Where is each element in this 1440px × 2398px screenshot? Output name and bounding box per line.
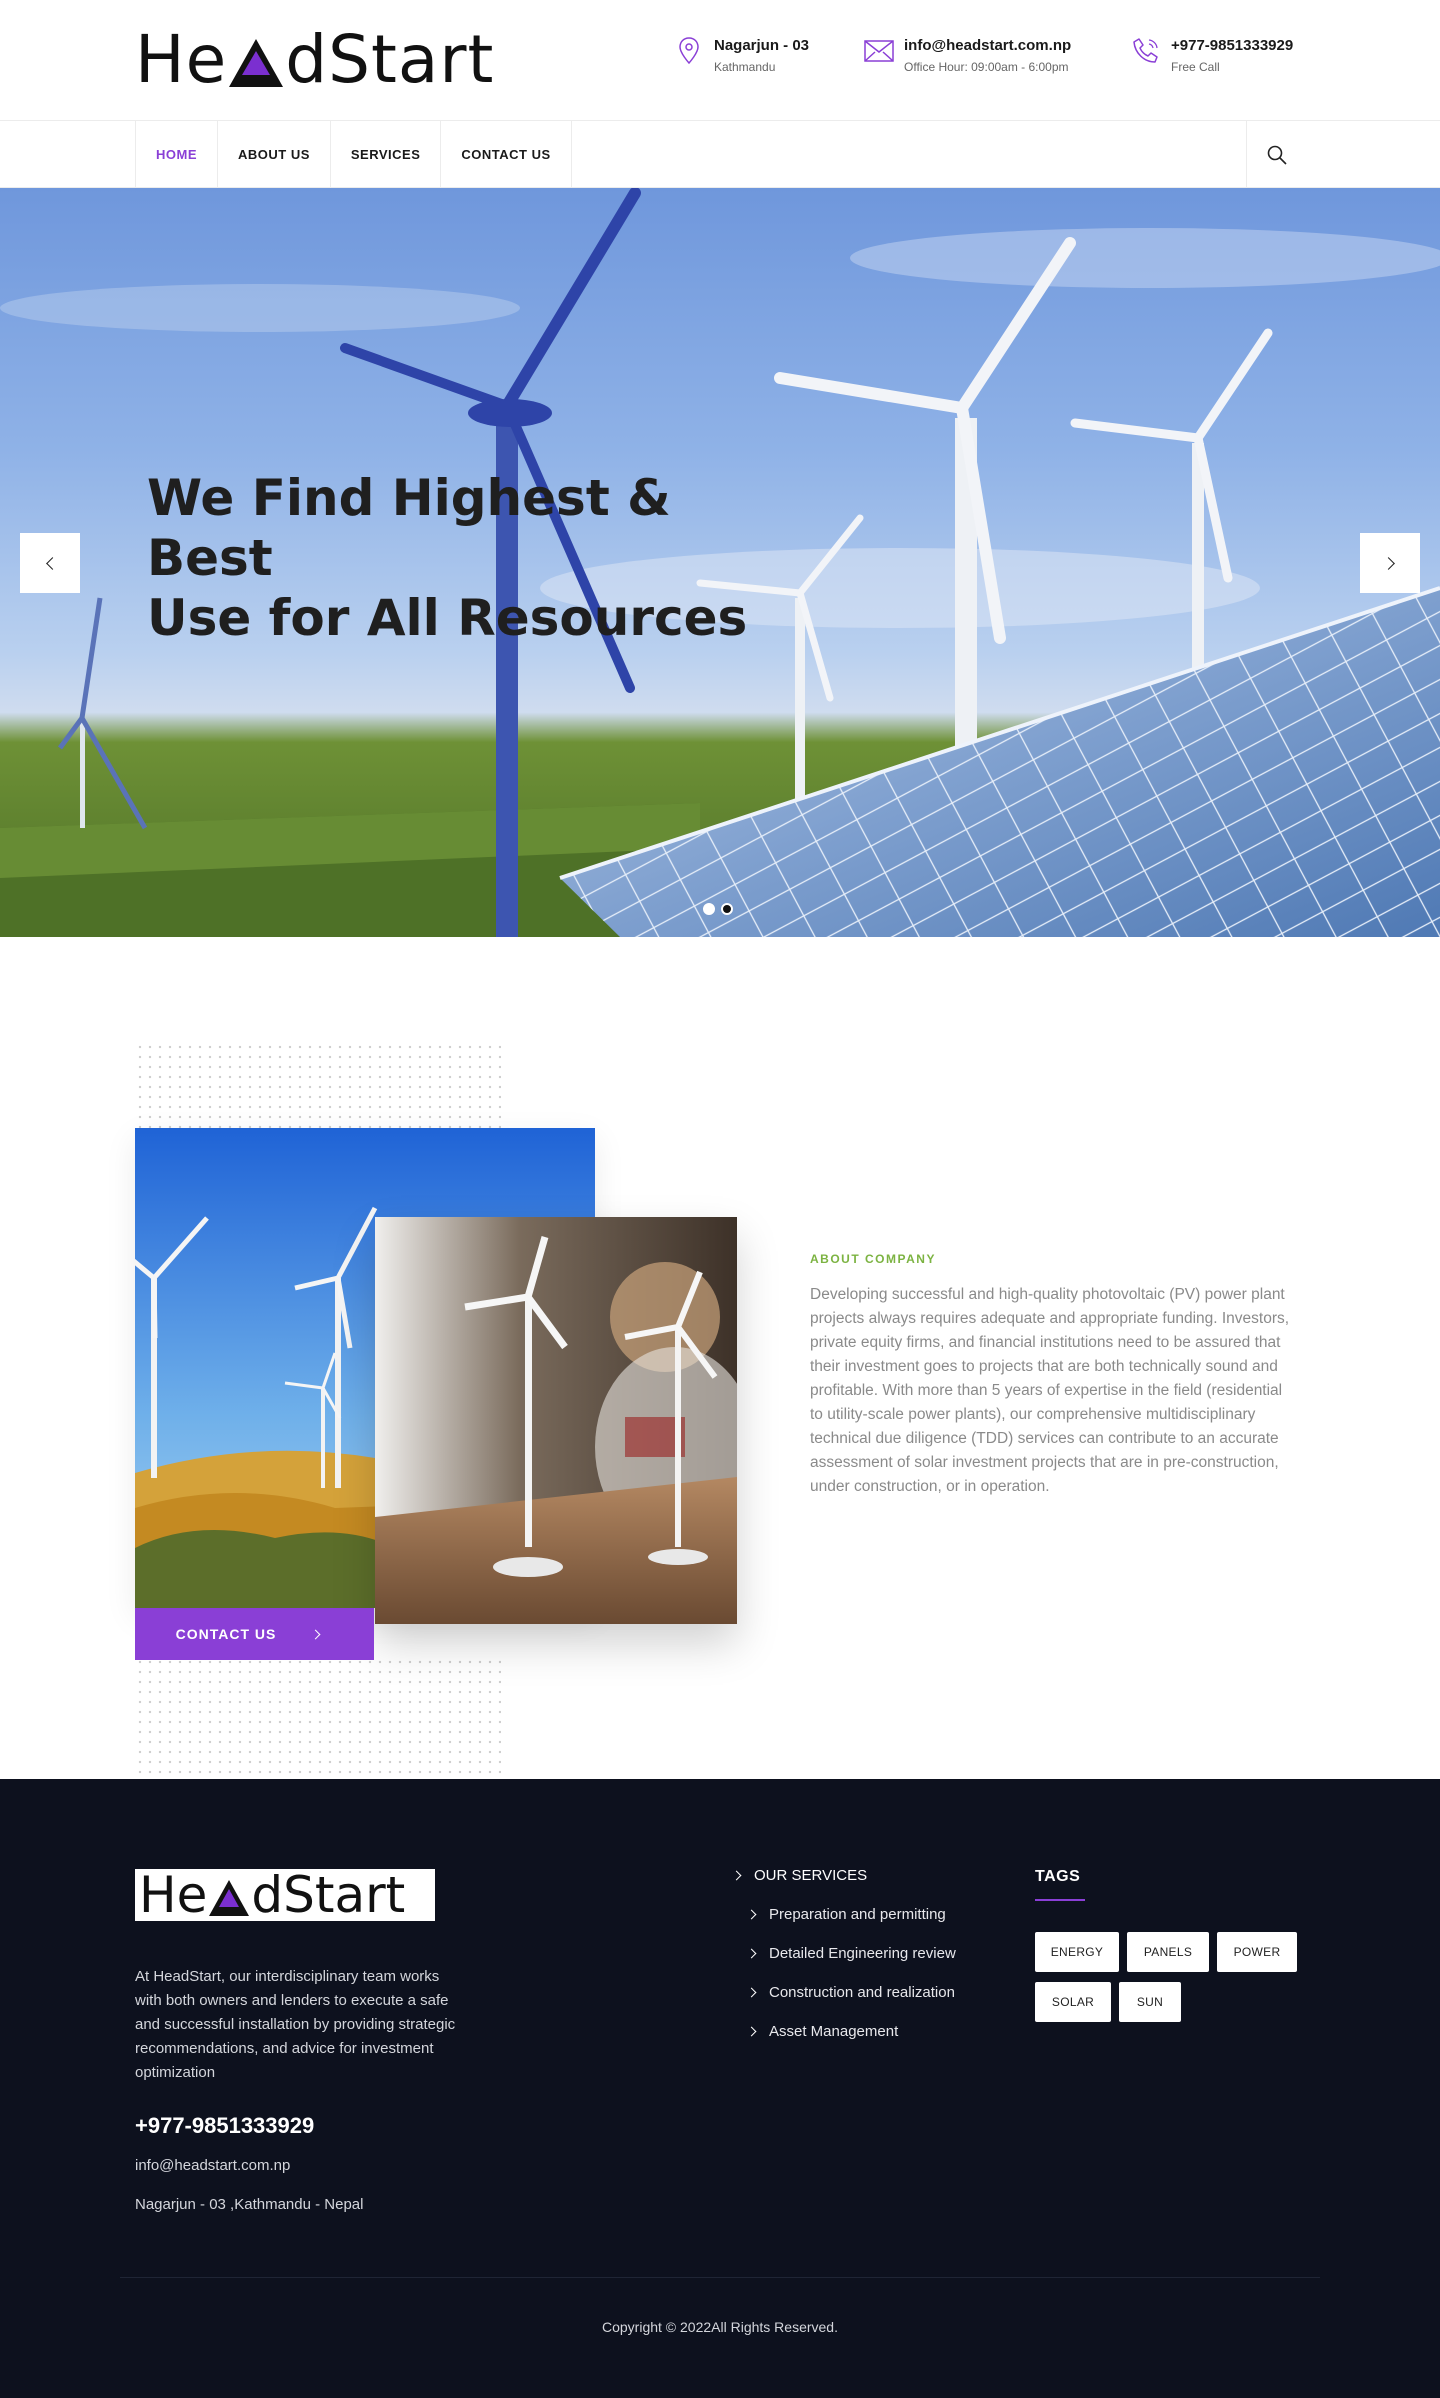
contact-us-button[interactable]: CONTACT US	[135, 1608, 374, 1660]
tag-energy[interactable]: ENERGY	[1035, 1932, 1119, 1972]
footer-service-label: Construction and realization	[769, 1984, 955, 2001]
footer-service-label: Asset Management	[769, 2023, 899, 2040]
site-footer: He dStart At HeadStart, our interdiscipli…	[0, 1779, 1440, 2398]
location-subtitle: Kathmandu	[714, 60, 776, 74]
hero-slider: We Find Highest & Best Use for All Resou…	[0, 188, 1440, 937]
logo-triangle-icon	[229, 39, 284, 87]
search-button[interactable]	[1246, 121, 1306, 188]
chevron-right-icon	[746, 1948, 757, 1959]
office-meeting-image	[375, 1217, 737, 1624]
phone-icon	[1131, 36, 1161, 66]
logo-text-left: He	[135, 20, 228, 98]
envelope-icon	[864, 36, 894, 66]
footer-logo-text-right: dStart	[251, 1866, 406, 1924]
phone-info: +977-9851333929 Free Call	[1131, 36, 1293, 76]
slider-dot-active[interactable]	[721, 903, 733, 915]
chevron-right-icon	[1381, 556, 1395, 570]
dot-pattern-bottom	[135, 1657, 501, 1777]
slider-dot[interactable]	[703, 903, 715, 915]
nav-item-home[interactable]: HOME	[136, 121, 218, 188]
location-info: Nagarjun - 03 Kathmandu	[674, 36, 809, 76]
about-label: ABOUT COMPANY	[810, 1252, 936, 1266]
about-section: CONTACT US ABOUT COMPANY Developing succ…	[0, 937, 1440, 1779]
chevron-right-icon	[746, 2026, 757, 2037]
search-icon	[1267, 145, 1287, 165]
main-navbar: HOME ABOUT US SERVICES CONTACT US	[0, 120, 1440, 188]
hero-title-line1: We Find Highest & Best	[147, 469, 671, 587]
footer-service-item[interactable]: Asset Management	[746, 2023, 899, 2040]
footer-logo-text-left: He	[139, 1866, 208, 1924]
footer-logo-triangle-icon	[209, 1880, 250, 1916]
about-text: Developing successful and high-quality p…	[810, 1286, 1290, 1495]
tags-underline	[1035, 1899, 1085, 1901]
footer-service-label: Preparation and permitting	[769, 1906, 946, 1923]
chevron-right-icon	[310, 1629, 321, 1639]
email-info: info@headstart.com.np Office Hour: 09:00…	[864, 36, 1071, 76]
slider-pagination	[703, 903, 733, 915]
hero-title: We Find Highest & Best Use for All Resou…	[147, 468, 767, 648]
nav-menu: HOME ABOUT US SERVICES CONTACT US	[135, 121, 572, 188]
office-hours: Office Hour: 09:00am - 6:00pm	[904, 60, 1069, 74]
slider-next-button[interactable]	[1360, 533, 1420, 593]
hero-title-line2: Use for All Resources	[147, 589, 748, 647]
email-title[interactable]: info@headstart.com.np	[904, 36, 1071, 56]
tag-panels[interactable]: PANELS	[1127, 1932, 1209, 1972]
chevron-right-icon	[746, 1909, 757, 1920]
nav-item-about-us[interactable]: ABOUT US	[218, 121, 331, 188]
footer-logo[interactable]: He dStart	[135, 1866, 435, 1924]
footer-service-label: Detailed Engineering review	[769, 1945, 956, 1962]
footer-service-item[interactable]: Preparation and permitting	[746, 1906, 946, 1923]
phone-title[interactable]: +977-9851333929	[1171, 36, 1293, 56]
tag-solar[interactable]: SOLAR	[1035, 1982, 1111, 2022]
phone-subtitle: Free Call	[1171, 60, 1220, 74]
footer-service-item[interactable]: Detailed Engineering review	[746, 1945, 956, 1962]
contact-us-label: CONTACT US	[175, 1626, 277, 1642]
tag-power[interactable]: POWER	[1217, 1932, 1297, 1972]
site-logo[interactable]: He dStart	[135, 21, 494, 98]
footer-address: Nagarjun - 03 ,Kathmandu - Nepal	[135, 2196, 364, 2213]
map-pin-icon	[674, 36, 704, 66]
copyright-text: Copyright © 2022All Rights Reserved.	[602, 2319, 838, 2335]
footer-tags-title: TAGS	[1035, 1868, 1081, 1885]
footer-divider	[120, 2277, 1320, 2278]
top-header: He dStart Nagarjun - 03 Kathmandu info@he…	[0, 0, 1440, 120]
nav-item-services[interactable]: SERVICES	[331, 121, 442, 188]
footer-services-title-label: OUR SERVICES	[754, 1867, 868, 1884]
footer-email[interactable]: info@headstart.com.np	[135, 2157, 290, 2174]
chevron-left-icon	[45, 556, 59, 570]
slider-prev-button[interactable]	[20, 533, 80, 593]
chevron-right-icon	[731, 1870, 742, 1881]
footer-service-item[interactable]: Construction and realization	[746, 1984, 955, 2001]
dot-pattern-top	[135, 1042, 501, 1137]
tag-sun[interactable]: SUN	[1119, 1982, 1181, 2022]
chevron-right-icon	[746, 1987, 757, 1998]
footer-description: At HeadStart, our interdisciplinary team…	[135, 1968, 456, 2081]
logo-text-right: dStart	[285, 20, 495, 98]
footer-phone[interactable]: +977-9851333929	[135, 2113, 314, 2139]
nav-item-contact-us[interactable]: CONTACT US	[441, 121, 572, 188]
footer-services-title[interactable]: OUR SERVICES	[731, 1867, 868, 1884]
location-title: Nagarjun - 03	[714, 37, 810, 54]
